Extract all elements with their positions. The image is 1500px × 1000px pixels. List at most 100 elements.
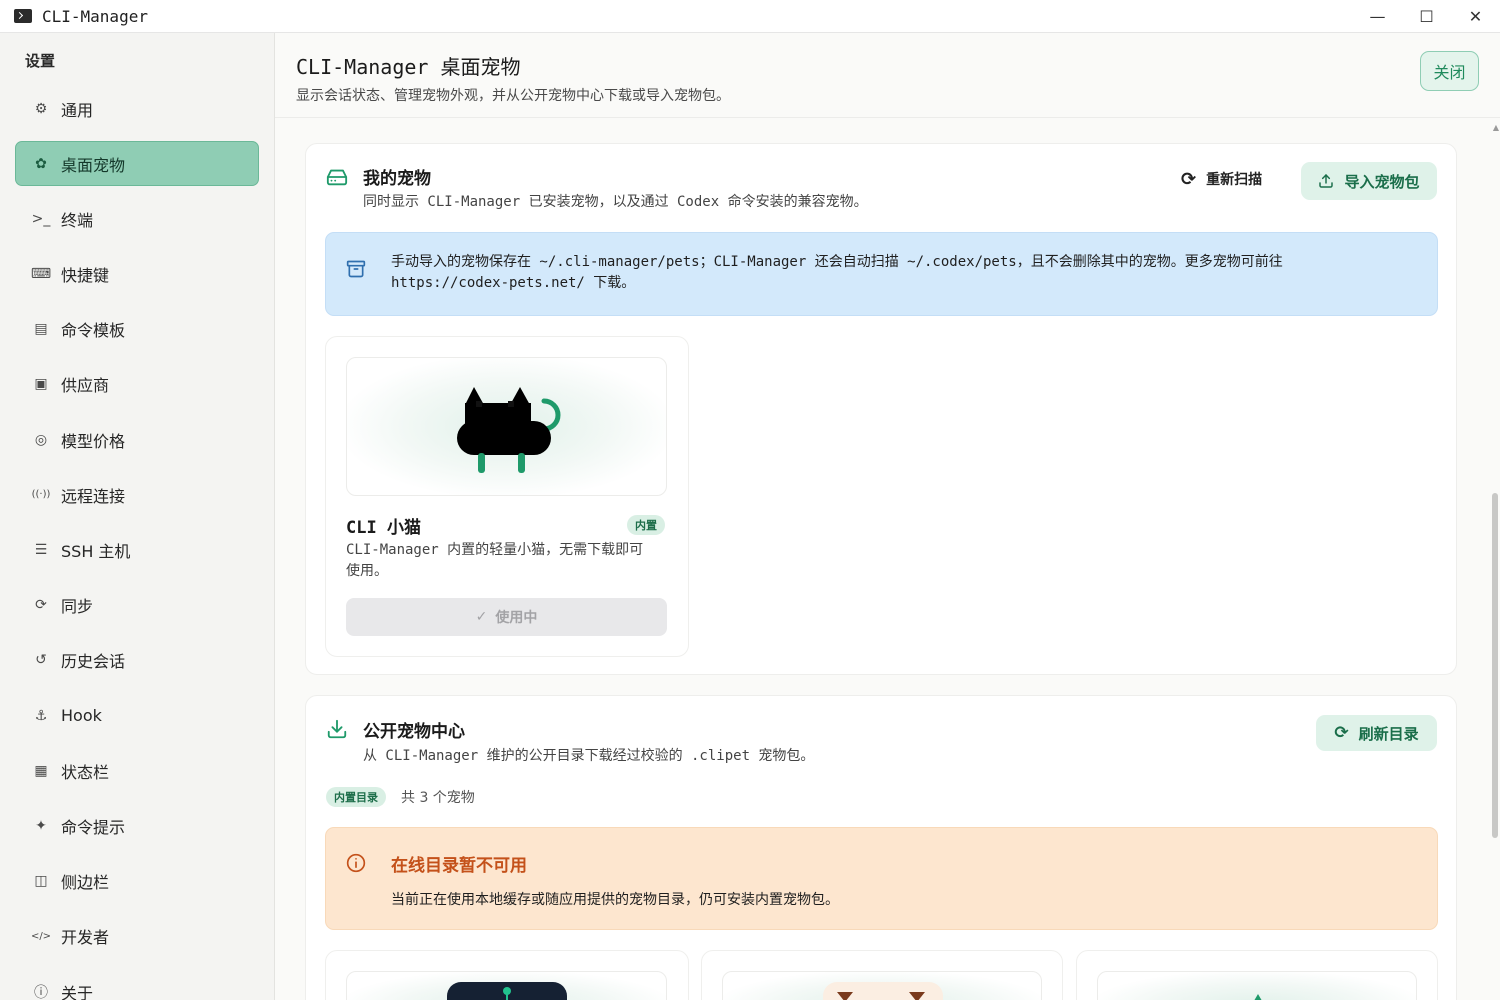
tree-pet-image [1251, 994, 1265, 1000]
sidebar-item-9[interactable]: ⟳ 同步 [15, 583, 259, 628]
refresh-catalog-label: 刷新目录 [1358, 724, 1419, 743]
sidebar-item-13[interactable]: ✦ 命令提示 [15, 803, 259, 848]
pets-location-info: 手动导入的宠物保存在 ~/.cli-manager/pets；CLI-Manag… [325, 232, 1438, 316]
cli-cat-image [457, 387, 561, 473]
sidebar-item-2[interactable]: >_ 终端 [15, 196, 259, 241]
price-tag-icon: ◎ [34, 431, 48, 448]
catalog-pet-preview [1097, 971, 1417, 1000]
warning-text: 当前正在使用本地缓存或随应用提供的宠物目录，仍可安装内置宠物包。 [391, 892, 839, 908]
drive-icon [326, 169, 348, 186]
close-button[interactable]: 关闭 [1420, 51, 1479, 91]
catalog-pet-card[interactable] [701, 950, 1063, 1000]
sidebar-icon: ◫ [34, 873, 48, 890]
sidebar-item-11[interactable]: ⚓ Hook [15, 693, 259, 738]
keyboard-icon: ⌨ [30, 266, 52, 283]
sidebar-item-12[interactable]: ▦ 状态栏 [15, 748, 259, 793]
minimize-button[interactable]: — [1353, 0, 1402, 33]
sidebar-item-label: Hook [61, 706, 102, 726]
sidebar-item-label: 模型价格 [61, 431, 126, 451]
scrollbar[interactable] [1492, 493, 1498, 838]
sidebar-item-1[interactable]: ✿ 桌面宠物 [15, 141, 259, 187]
provider-icon: ▣ [34, 376, 48, 393]
layout-icon: ▦ [34, 762, 48, 779]
download-icon [327, 719, 347, 739]
sidebar-item-6[interactable]: ◎ 模型价格 [15, 417, 259, 462]
pet-preview [346, 357, 667, 496]
sidebar-item-7[interactable]: ((·)) 远程连接 [15, 472, 259, 517]
window-title: CLI-Manager [42, 6, 148, 26]
upload-icon [1319, 174, 1334, 188]
sidebar-item-label: 桌面宠物 [61, 155, 126, 175]
info-icon: ⓘ [34, 984, 48, 1000]
sidebar-item-16[interactable]: ⓘ 关于 [15, 969, 259, 1000]
sidebar-item-0[interactable]: ⚙ 通用 [15, 86, 259, 131]
public-pet-center-card: 公开宠物中心 从 CLI-Manager 维护的公开目录下载经过校验的 .cli… [305, 695, 1457, 1000]
catalog-pet-preview [722, 971, 1042, 1000]
sidebar-item-14[interactable]: ◫ 侧边栏 [15, 859, 259, 904]
antenna-icon: ((·)) [31, 489, 51, 501]
my-pets-description: 同时显示 CLI-Manager 已安装宠物，以及通过 Codex 命令安装的兼… [363, 194, 868, 210]
import-pet-label: 导入宠物包 [1344, 172, 1420, 191]
pet-name: CLI 小猫 [346, 518, 421, 538]
settings-sidebar: 设置 ⚙ 通用 ✿ 桌面宠物 >_ 终端 ⌨ 快捷键 ▤ 命令模板 ▣ 供应商 ◎ 模型价格 ((·)) 远程… [0, 33, 275, 1000]
rescan-button[interactable]: ⟳ 重新扫描 [1181, 161, 1262, 197]
sidebar-item-3[interactable]: ⌨ 快捷键 [15, 252, 259, 297]
import-pet-button[interactable]: 导入宠物包 [1301, 162, 1437, 200]
scroll-up-arrow-icon[interactable]: ▲ [1493, 123, 1499, 132]
sync-icon: ⟳ [35, 597, 47, 614]
pet-count: 共 3 个宠物 [401, 790, 475, 806]
settings-nav: ⚙ 通用 ✿ 桌面宠物 >_ 终端 ⌨ 快捷键 ▤ 命令模板 ▣ 供应商 ◎ 模型价格 ((·)) 远程连接 ☰… [15, 86, 259, 1000]
catalog-badge: 内置目录 [326, 787, 386, 807]
sidebar-item-label: 侧边栏 [61, 873, 110, 893]
terminal-app-icon [14, 9, 32, 23]
my-pets-card: 我的宠物 同时显示 CLI-Manager 已安装宠物，以及通过 Codex 命… [305, 143, 1457, 675]
sidebar-item-8[interactable]: ☰ SSH 主机 [15, 528, 259, 573]
hook-icon: ⚓ [34, 707, 48, 724]
sidebar-item-label: 终端 [61, 210, 94, 230]
refresh-catalog-button[interactable]: ⟳ 刷新目录 [1316, 715, 1437, 751]
close-window-button[interactable]: ✕ [1451, 0, 1500, 33]
refresh-catalog-icon: ⟳ [1334, 723, 1349, 743]
server-icon: ☰ [34, 542, 48, 558]
sidebar-item-label: 同步 [61, 597, 94, 617]
robot-pet-image [447, 982, 567, 1000]
paw-icon: ✿ [35, 155, 47, 172]
in-use-label: 使用中 [495, 610, 538, 626]
builtin-badge: 内置 [627, 515, 665, 535]
sparkle-icon: ✦ [35, 817, 47, 834]
clipboard-icon: ▤ [34, 321, 48, 338]
my-pets-title: 我的宠物 [363, 169, 431, 189]
pet-description-line2: 使用。 [346, 563, 388, 579]
check-icon: ✓ [475, 609, 488, 625]
sidebar-item-label: 远程连接 [61, 486, 126, 506]
sidebar-item-15[interactable]: </> 开发者 [15, 914, 259, 959]
sidebar-item-label: 历史会话 [61, 652, 126, 672]
sidebar-item-label: 状态栏 [61, 762, 110, 782]
fox-pet-image [823, 982, 943, 1000]
catalog-warning: 在线目录暂不可用 当前正在使用本地缓存或随应用提供的宠物目录，仍可安装内置宠物包… [325, 827, 1438, 930]
page-subtitle: 显示会话状态、管理宠物外观，并从公开宠物中心下载或导入宠物包。 [296, 88, 730, 104]
sidebar-item-10[interactable]: ↺ 历史会话 [15, 638, 259, 683]
info-text-line2: https://codex-pets.net/ 下载。 [391, 275, 636, 291]
public-center-title: 公开宠物中心 [363, 722, 465, 742]
sidebar-item-label: 关于 [61, 983, 94, 1000]
warning-title: 在线目录暂不可用 [391, 856, 527, 876]
alert-circle-icon [346, 853, 366, 873]
archive-icon [346, 260, 366, 278]
main-panel: CLI-Manager 桌面宠物 显示会话状态、管理宠物外观，并从公开宠物中心下… [275, 33, 1500, 1000]
sidebar-heading: 设置 [25, 52, 56, 70]
sidebar-item-4[interactable]: ▤ 命令模板 [15, 307, 259, 352]
pet-card-cli-cat[interactable]: CLI 小猫 内置 CLI-Manager 内置的轻量小猫，无需下载即可 使用。… [325, 336, 689, 657]
code-icon: </> [30, 930, 52, 942]
window-controls: — ☐ ✕ [1353, 0, 1500, 33]
page-header: CLI-Manager 桌面宠物 显示会话状态、管理宠物外观，并从公开宠物中心下… [275, 33, 1500, 118]
sidebar-item-5[interactable]: ▣ 供应商 [15, 362, 259, 407]
refresh-icon: ⟳ [1181, 168, 1197, 190]
catalog-pet-card[interactable] [1076, 950, 1438, 1000]
maximize-button[interactable]: ☐ [1402, 0, 1451, 33]
catalog-pet-card[interactable] [325, 950, 689, 1000]
in-use-button: ✓ 使用中 [346, 598, 667, 636]
sliders-icon: ⚙ [34, 100, 48, 117]
info-text-line1: 手动导入的宠物保存在 ~/.cli-manager/pets；CLI-Manag… [391, 254, 1283, 270]
page-title: CLI-Manager 桌面宠物 [296, 55, 521, 79]
